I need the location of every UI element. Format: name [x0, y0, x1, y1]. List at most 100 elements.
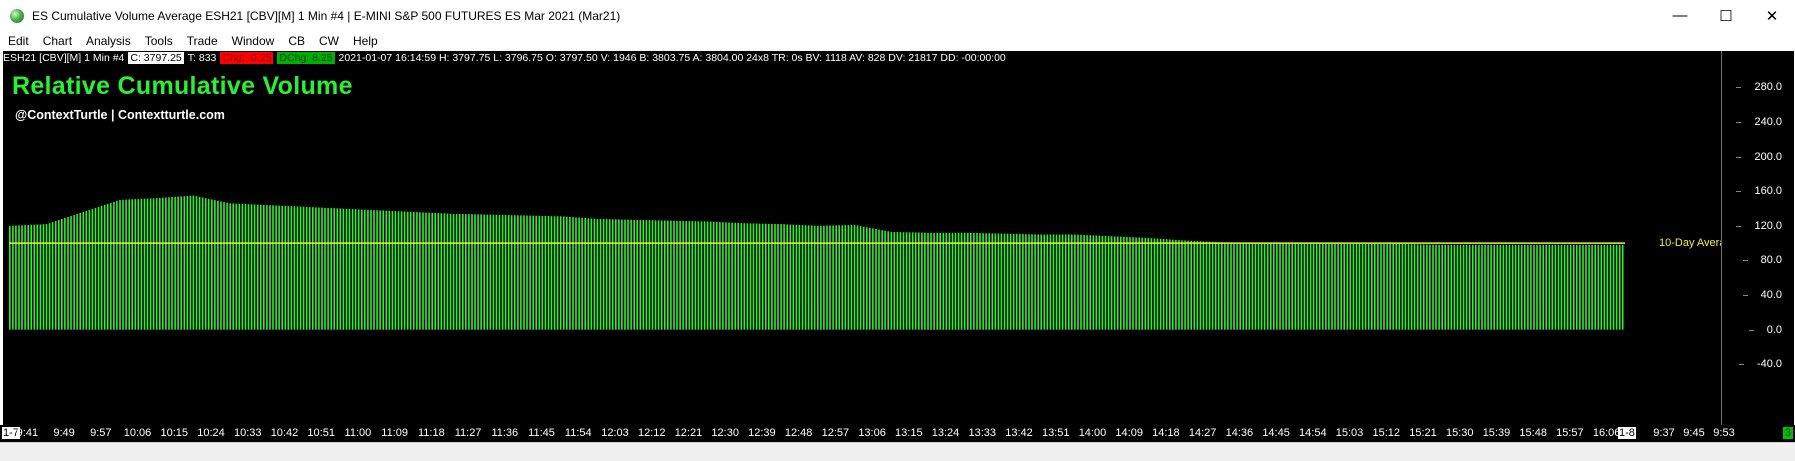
price-axis[interactable]: 280.0 240.0 200.0 160.0 120.0 80.0 40.0 0.0 -40.…: [1721, 51, 1794, 425]
chart-area[interactable]: ESH21 [CBV][M] 1 Min #4 C: 3797.25 T: 83…: [3, 51, 1794, 425]
volume-bar-group: [376, 210, 412, 330]
volume-bar: [471, 214, 473, 330]
volume-bar: [110, 202, 112, 330]
volume-bar: [140, 198, 143, 330]
volume-bar: [948, 232, 951, 330]
menu-window[interactable]: Window: [225, 34, 282, 48]
volume-bar: [777, 224, 779, 330]
volume-bar: [553, 216, 556, 330]
volume-bar-group: [1331, 244, 1367, 330]
volume-bar-group: [1000, 233, 1036, 330]
time-axis[interactable]: 1-7 1-8 3 9:41 9:49 9:57 10:06 10:15 10:24 10:…: [0, 425, 1795, 442]
volume-bar: [1569, 244, 1572, 330]
volume-bar: [1551, 244, 1554, 330]
volume-bar: [1279, 243, 1281, 330]
volume-bar: [217, 200, 219, 330]
volume-bar: [951, 232, 954, 330]
volume-bar: [1019, 234, 1021, 330]
x-tick-label: 10:24: [197, 427, 225, 439]
app-globe-icon: [10, 8, 24, 23]
volume-bar: [293, 206, 296, 330]
volume-bar: [1514, 244, 1517, 330]
volume-bar: [749, 223, 752, 330]
volume-bar: [1006, 233, 1009, 330]
volume-bar: [1260, 243, 1263, 330]
volume-bar: [91, 208, 94, 330]
volume-bar: [250, 204, 253, 330]
y-tick-label: -40.0: [1738, 358, 1782, 371]
volume-bar: [538, 215, 541, 330]
volume-bar: [633, 219, 635, 330]
menu-cb[interactable]: CB: [281, 34, 312, 48]
volume-bar: [1159, 238, 1162, 330]
volume-bar: [370, 210, 372, 330]
minimize-button[interactable]: —: [1657, 0, 1703, 31]
volume-bar: [706, 221, 709, 330]
menu-trade[interactable]: Trade: [180, 34, 225, 48]
volume-bar: [1560, 244, 1563, 330]
volume-bar: [97, 206, 100, 330]
volume-bar: [361, 209, 363, 330]
volume-bar-group: [339, 208, 375, 330]
volume-bar: [18, 225, 20, 330]
volume-bar: [1101, 235, 1104, 330]
volume-bar: [988, 233, 990, 330]
volume-bar: [1343, 244, 1345, 330]
window-title: ES Cumulative Volume Average ESH21 [CBV]…: [32, 8, 621, 23]
volume-bar: [1165, 239, 1168, 330]
x-tick-label: 14:27: [1188, 427, 1217, 439]
volume-bar: [1484, 244, 1486, 330]
close-button[interactable]: ✕: [1749, 0, 1795, 31]
x-tick-label: 12:39: [748, 427, 776, 439]
volume-bar: [238, 203, 241, 330]
volume-bar: [1217, 242, 1220, 330]
volume-bar: [859, 226, 862, 330]
menu-cw[interactable]: CW: [312, 34, 346, 48]
x-tick-label: 13:51: [1041, 427, 1070, 439]
volume-bar-group: [302, 206, 339, 330]
volume-bar: [602, 219, 605, 330]
status-close: C: 3797.25: [128, 52, 184, 64]
volume-bar: [1015, 234, 1018, 330]
volume-bar: [924, 232, 926, 330]
menu-analysis[interactable]: Analysis: [79, 34, 138, 48]
x-tick-label-next-session: 9:53: [1713, 427, 1735, 439]
volume-bar: [1022, 234, 1024, 330]
volume-bar: [1364, 244, 1367, 330]
volume-bar: [131, 199, 133, 330]
menu-tools[interactable]: Tools: [138, 34, 180, 48]
volume-bar: [253, 204, 256, 330]
menu-help[interactable]: Help: [346, 34, 385, 48]
menu-edit[interactable]: Edit: [0, 34, 36, 48]
menu-chart[interactable]: Chart: [36, 34, 79, 48]
volume-bar: [1374, 244, 1376, 330]
y-tick-label: 280.0: [1736, 81, 1782, 94]
volume-bar: [1208, 241, 1211, 330]
horizontal-scrollbar[interactable]: [0, 442, 1795, 461]
volume-bar: [642, 220, 645, 330]
volume-bar: [1224, 242, 1226, 330]
x-tick-label: 15:21: [1409, 427, 1437, 439]
volume-bar: [569, 217, 571, 330]
x-tick-label: 9:41: [16, 427, 39, 439]
maximize-button[interactable]: ☐: [1703, 0, 1749, 31]
volume-bar: [1300, 243, 1303, 330]
volume-bar: [452, 213, 455, 330]
volume-bar: [1162, 239, 1165, 330]
volume-bar: [1123, 236, 1125, 330]
volume-bar: [630, 219, 632, 330]
volume-bar: [489, 214, 492, 330]
volume-bar: [1591, 244, 1593, 330]
volume-bar: [1615, 244, 1618, 330]
volume-bar: [1254, 243, 1257, 330]
x-tick-label: 9:57: [90, 427, 112, 439]
volume-bar: [850, 225, 853, 330]
volume-bar: [921, 232, 923, 330]
chart-title: Relative Cumulative Volume: [12, 72, 353, 100]
volume-bar: [997, 233, 1000, 330]
volume-bar: [1104, 235, 1107, 330]
volume-bar: [12, 225, 14, 330]
volume-bar: [979, 233, 981, 330]
volume-bar: [437, 213, 440, 330]
volume-bar: [587, 218, 590, 330]
